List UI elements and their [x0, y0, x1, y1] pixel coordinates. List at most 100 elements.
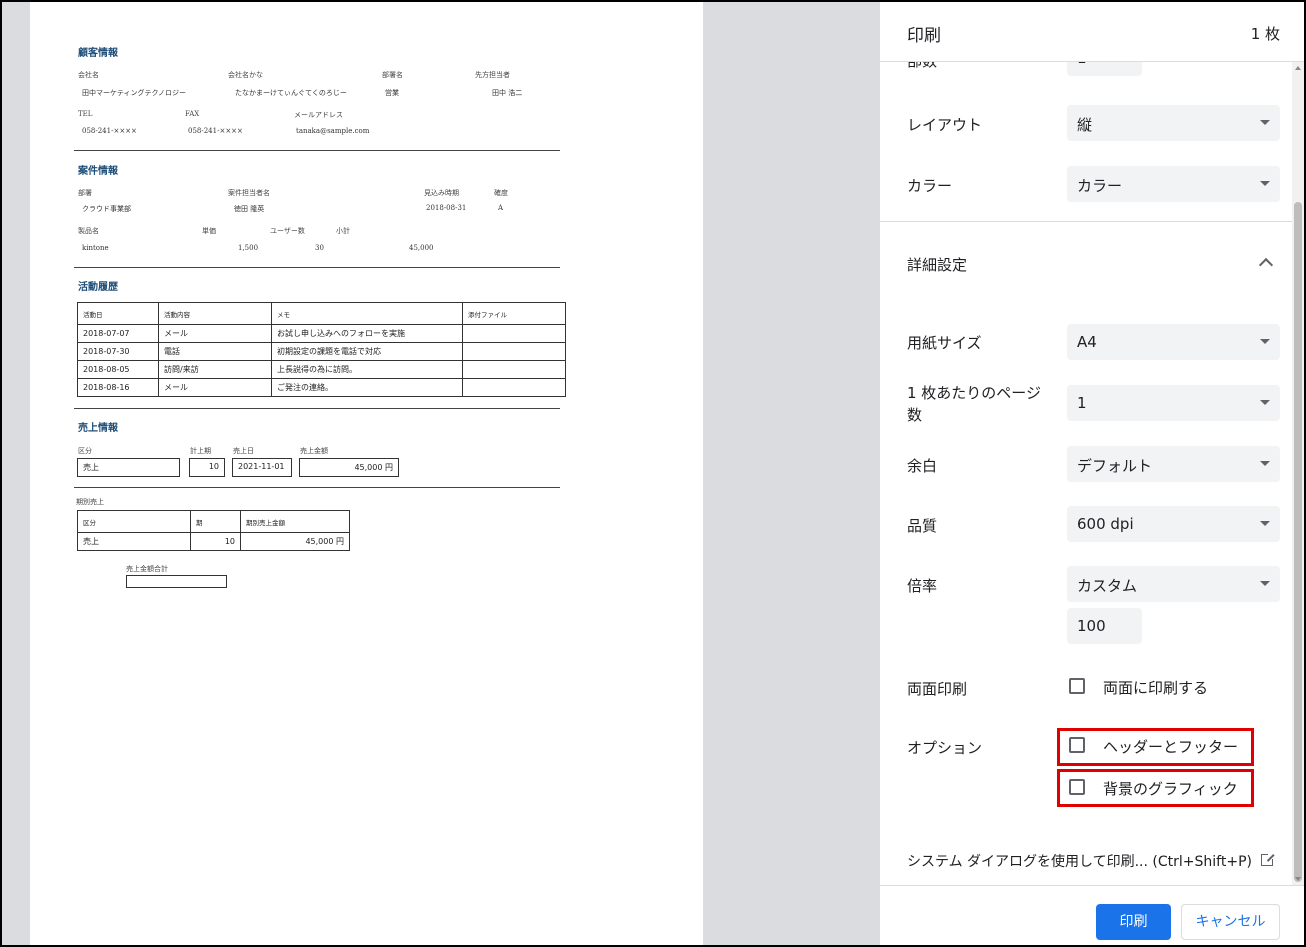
product-label: 製品名 [78, 227, 99, 235]
options-label: オプション [907, 739, 983, 757]
period-header: 期別売上金額 [240, 510, 350, 533]
activity-memo: 初期設定の課題を電話で対応 [271, 342, 463, 361]
activity-type: 訪問/来訪 [158, 360, 272, 379]
product-label: 単価 [202, 227, 216, 235]
contact-value: 058-241-×××× [82, 127, 137, 135]
color-value: カラー [1077, 177, 1123, 195]
advanced-settings-toggle[interactable]: 詳細設定 [907, 254, 967, 275]
duplex-checkbox[interactable] [1069, 678, 1085, 694]
deal-label: 部署 [78, 189, 92, 197]
sales-label: 計上期 [190, 447, 211, 455]
contact-label: メールアドレス [294, 111, 343, 119]
period-category: 売上 [77, 532, 191, 551]
background-graphics-checkbox[interactable] [1069, 779, 1085, 795]
table-row: 2018-07-07 メール お試し申し込みへのフォローを実施 [77, 324, 566, 343]
deal-label: 確度 [494, 189, 508, 197]
customer-label: 会社名かな [228, 71, 263, 79]
deal-value: 2018-08-31 [426, 204, 467, 212]
activity-header: 添付ファイル [462, 302, 566, 325]
quality-label: 品質 [907, 517, 938, 535]
period-amount: 45,000 円 [240, 532, 350, 551]
customer-value: たなかまーけてぃんぐてくのろじー [235, 89, 347, 97]
activity-header: メモ [271, 302, 463, 325]
dropdown-caret-icon [1260, 120, 1270, 125]
activity-section-title: 活動履歴 [78, 282, 118, 293]
sales-period-box: 10 [189, 458, 225, 477]
activity-attachment [462, 342, 566, 361]
panel-divider [880, 221, 1304, 222]
activity-attachment [462, 360, 566, 379]
sales-date-box: 2021-11-01 [232, 458, 292, 477]
table-row: 2018-07-30 電話 初期設定の課題を電話で対応 [77, 342, 566, 361]
deal-value: A [498, 204, 504, 212]
panel-title: 印刷 [907, 26, 941, 46]
table-row: 2018-08-05 訪問/来訪 上長説得の為に訪問。 [77, 360, 566, 379]
dropdown-caret-icon [1260, 339, 1270, 344]
duplex-label: 両面印刷 [907, 680, 968, 698]
scroll-up-icon[interactable] [1295, 66, 1301, 70]
product-label: ユーザー数 [270, 227, 305, 235]
margin-select[interactable]: デフォルト [1067, 446, 1280, 482]
margin-value: デフォルト [1077, 457, 1153, 475]
deal-label: 見込み時期 [424, 189, 459, 197]
period-number: 10 [190, 532, 241, 551]
customer-section-title: 顧客情報 [78, 48, 118, 59]
section-divider [74, 267, 560, 268]
sales-category-box: 売上 [77, 458, 180, 477]
activity-type: メール [158, 324, 272, 343]
chevron-up-icon[interactable] [1258, 257, 1274, 273]
copies-input[interactable]: 1 [1067, 62, 1142, 76]
cancel-button[interactable]: キャンセル [1181, 904, 1280, 940]
sheet-count: 1 枚 [1250, 25, 1280, 43]
header-footer-label[interactable]: ヘッダーとフッター [1103, 736, 1238, 757]
product-value: 30 [315, 244, 324, 252]
paper-size-label: 用紙サイズ [907, 334, 982, 352]
scale-select[interactable]: カスタム [1067, 566, 1280, 602]
activity-type: メール [158, 378, 272, 397]
dropdown-caret-icon [1260, 461, 1270, 466]
header-footer-checkbox[interactable] [1069, 737, 1085, 753]
activity-date: 2018-08-05 [77, 360, 159, 379]
deal-label: 案件担当者名 [228, 189, 270, 197]
activity-date: 2018-07-07 [77, 324, 159, 343]
layout-value: 縦 [1077, 116, 1093, 134]
margin-label: 余白 [907, 457, 938, 475]
paper-size-select[interactable]: A4 [1067, 324, 1280, 360]
panel-header: 印刷 1 枚 [880, 2, 1304, 62]
period-header: 期 [190, 510, 241, 533]
period-sales-title: 期別売上 [76, 498, 104, 506]
sales-label: 売上日 [233, 447, 254, 455]
copies-label: 部数 [907, 62, 937, 71]
pages-per-sheet-value: 1 [1077, 394, 1087, 412]
quality-value: 600 dpi [1077, 515, 1134, 533]
activity-memo: ご発注の連絡。 [271, 378, 463, 397]
scrollbar-thumb[interactable] [1294, 202, 1302, 882]
customer-value: 田中 浩二 [492, 89, 523, 97]
scale-input[interactable]: 100 [1067, 608, 1142, 644]
activity-attachment [462, 324, 566, 343]
layout-label: レイアウト [907, 116, 983, 134]
layout-select[interactable]: 縦 [1067, 105, 1280, 141]
system-dialog-link[interactable]: システム ダイアログを使用して印刷... (Ctrl+Shift+P) [907, 851, 1252, 871]
pages-per-sheet-select[interactable]: 1 [1067, 385, 1280, 421]
period-sales-table: 区分 期 期別売上金額 売上 10 45,000 円 [77, 510, 350, 551]
quality-select[interactable]: 600 dpi [1067, 506, 1280, 542]
scrollbar[interactable] [1292, 62, 1304, 885]
print-button[interactable]: 印刷 [1096, 904, 1171, 940]
settings-scroll-area[interactable]: 部数 1 レイアウト 縦 カラー カラー 詳細設定 用紙サイズ A4 1 枚あた… [880, 62, 1304, 885]
background-graphics-label[interactable]: 背景のグラフィック [1103, 778, 1238, 799]
activity-header: 活動日 [77, 302, 159, 325]
contact-value: tanaka@sample.com [296, 127, 370, 135]
section-divider [74, 487, 560, 488]
activity-attachment [462, 378, 566, 397]
activity-date: 2018-07-30 [77, 342, 159, 361]
color-select[interactable]: カラー [1067, 166, 1280, 202]
section-divider [74, 150, 560, 151]
color-label: カラー [907, 177, 953, 195]
customer-value: 営業 [385, 89, 399, 97]
activity-type: 電話 [158, 342, 272, 361]
table-row: 2018-08-16 メール ご発注の連絡。 [77, 378, 566, 397]
duplex-option-label[interactable]: 両面に印刷する [1103, 677, 1208, 698]
scroll-down-icon[interactable] [1295, 877, 1301, 881]
dropdown-caret-icon [1260, 521, 1270, 526]
